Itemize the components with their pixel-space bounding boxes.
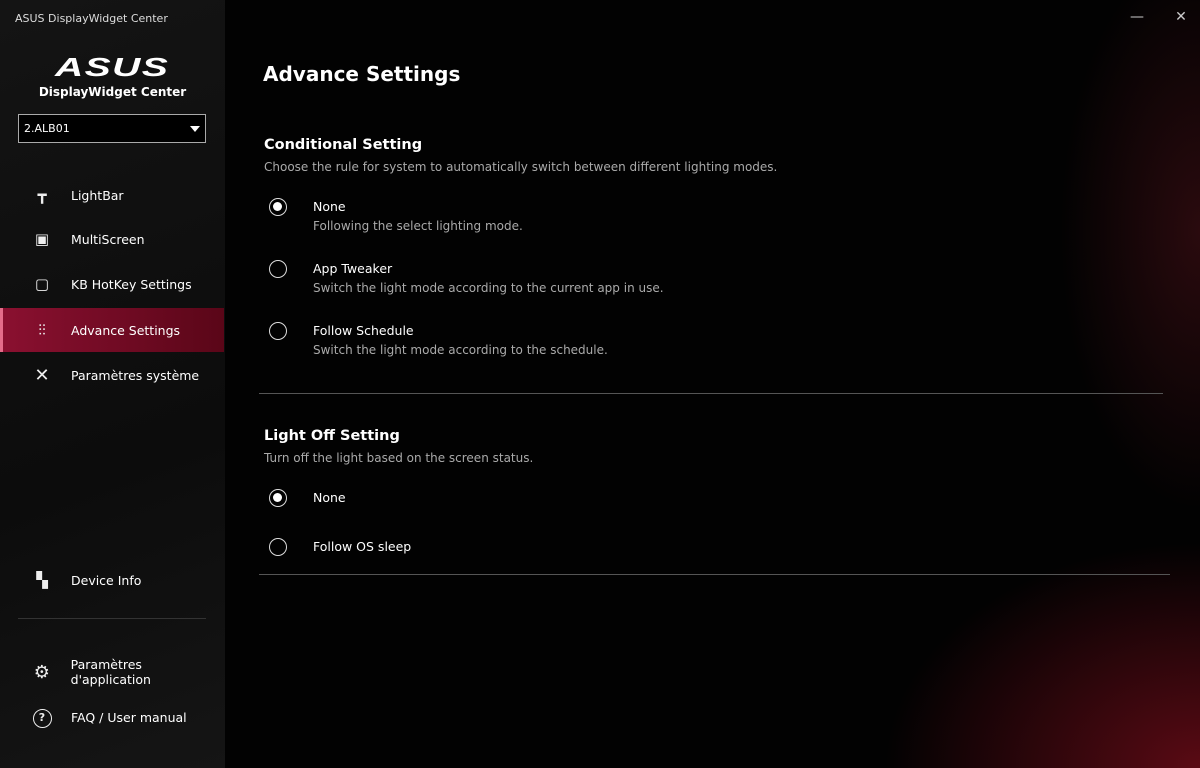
conditional-setting-section: Conditional Setting Choose the rule for … (264, 137, 777, 174)
section-divider (259, 574, 1170, 575)
option-label: None (313, 199, 346, 214)
sidebar-item-device-info[interactable]: ▚ Device Info (0, 558, 224, 602)
sidebar: ASUS DisplayWidget Center 2.ALB01 ┳ Light… (0, 0, 225, 768)
option-desc: Switch the light mode according to the s… (313, 343, 608, 357)
title-bar: ASUS DisplayWidget Center — ✕ (0, 0, 1200, 36)
device-select[interactable]: 2.ALB01 (18, 114, 206, 143)
radio-follow-os-sleep[interactable]: Follow OS sleep (269, 538, 412, 556)
option-label: Follow Schedule (313, 323, 414, 338)
sidebar-item-advance-settings[interactable]: ⫶⫶ Advance Settings (0, 308, 224, 352)
option-label: None (313, 490, 346, 505)
page-title: Advance Settings (263, 62, 461, 86)
sidebar-item-label: LightBar (71, 187, 124, 203)
light-off-setting-section: Light Off Setting Turn off the light bas… (264, 428, 533, 465)
sidebar-item-label: Paramètres système (71, 367, 200, 383)
radio-button[interactable] (269, 322, 287, 340)
main-panel: Advance Settings Conditional Setting Cho… (225, 0, 1200, 768)
keyboard-icon: ▢ (34, 275, 50, 293)
section-title: Light Off Setting (264, 428, 400, 444)
app-name: DisplayWidget Center (38, 85, 187, 99)
sidebar-item-app-settings[interactable]: ⚙ Paramètres d'application (0, 650, 224, 694)
radio-follow-schedule[interactable]: Follow Schedule Switch the light mode acc… (269, 322, 608, 357)
radio-button[interactable] (269, 489, 287, 507)
device-select-value: 2.ALB01 (24, 122, 70, 135)
radio-lightoff-none[interactable]: None (269, 489, 346, 507)
help-icon: ? (30, 707, 54, 728)
radio-conditional-none[interactable]: None Following the select lighting mode. (269, 198, 523, 233)
option-label: App Tweaker (313, 261, 393, 276)
section-desc: Turn off the light based on the screen s… (264, 451, 534, 465)
sidebar-item-kb-hotkey[interactable]: ▢ KB HotKey Settings (0, 262, 224, 306)
sidebar-item-multiscreen[interactable]: ▣ MultiScreen (0, 217, 224, 261)
sidebar-item-lightbar[interactable]: ┳ LightBar (0, 173, 224, 217)
asus-logo: ASUS DisplayWidget Center (0, 52, 225, 99)
section-title: Conditional Setting (264, 137, 423, 153)
window-title: ASUS DisplayWidget Center (15, 11, 168, 25)
sidebar-item-system-settings[interactable]: ✕ Paramètres système (0, 353, 224, 397)
sidebar-item-label: FAQ / User manual (71, 709, 187, 725)
section-divider (259, 393, 1163, 394)
sliders-icon: ⫶⫶ (38, 321, 46, 339)
radio-button[interactable] (269, 260, 287, 278)
sidebar-divider (18, 618, 206, 619)
sidebar-item-label: KB HotKey Settings (71, 276, 192, 292)
radio-button[interactable] (269, 198, 287, 216)
tools-icon: ✕ (34, 364, 50, 386)
close-button[interactable]: ✕ (1166, 6, 1196, 28)
radio-button[interactable] (269, 538, 287, 556)
monitor-icon: ▣ (34, 230, 50, 248)
sidebar-item-label: Advance Settings (71, 322, 181, 338)
sidebar-item-label: Device Info (71, 572, 142, 588)
sidebar-item-faq[interactable]: ? FAQ / User manual (0, 695, 224, 739)
radio-app-tweaker[interactable]: App Tweaker Switch the light mode accordi… (269, 260, 664, 295)
sidebar-item-label: MultiScreen (71, 231, 145, 247)
lightbar-icon: ┳ (37, 186, 47, 204)
option-label: Follow OS sleep (313, 539, 412, 554)
minimize-button[interactable]: — (1122, 6, 1152, 28)
option-desc: Switch the light mode according to the c… (313, 281, 664, 295)
gear-icon: ⚙ (33, 661, 50, 683)
option-desc: Following the select lighting mode. (313, 219, 523, 233)
chevron-down-icon (190, 126, 200, 132)
sidebar-item-label: Paramètres d'application (70, 657, 151, 687)
device-info-icon: ▚ (36, 571, 48, 589)
section-desc: Choose the rule for system to automatica… (264, 160, 778, 174)
